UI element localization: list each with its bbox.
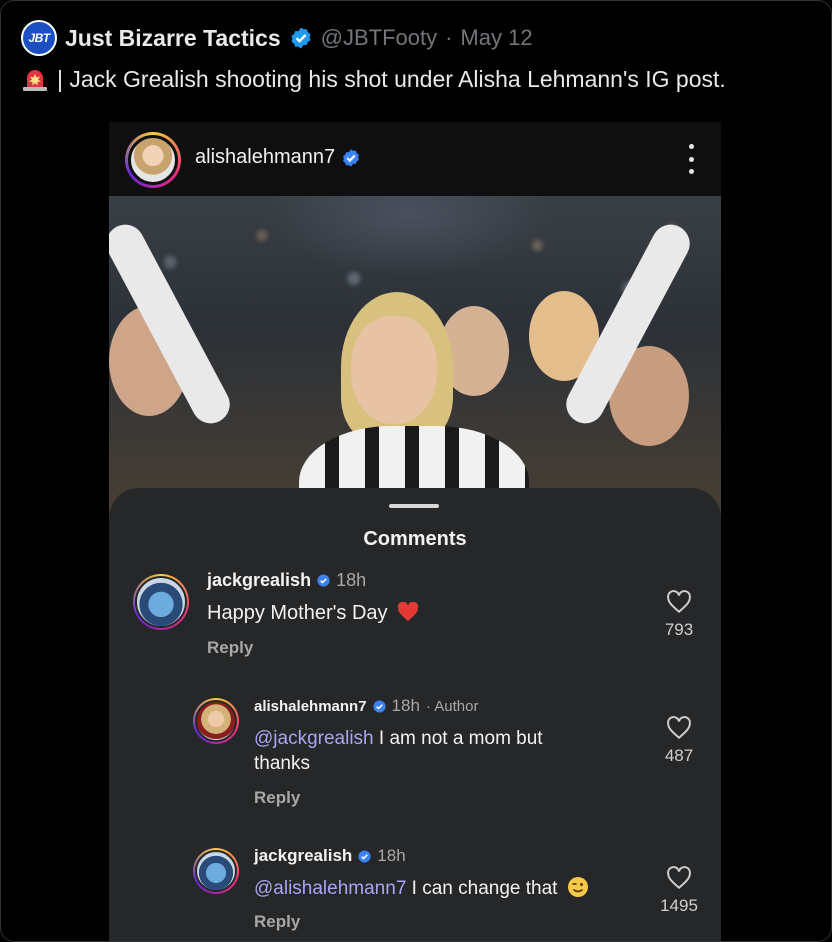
more-options-icon[interactable] (687, 144, 695, 174)
commenter-avatar[interactable] (193, 848, 239, 894)
like-heart-icon[interactable] (666, 716, 692, 740)
comment-username-text: alishalehmann7 (254, 697, 367, 715)
comment-time: 18h (391, 696, 420, 715)
author-handle[interactable]: @JBTFooty (321, 25, 437, 51)
like-heart-icon[interactable] (666, 590, 692, 614)
mention-link[interactable]: @alishalehmann7 (254, 878, 406, 899)
comment-body: I am not a mom but (373, 728, 543, 749)
ig-username-text: alishalehmann7 (195, 146, 336, 168)
reply-button[interactable]: Reply (254, 912, 300, 932)
comment-text: @jackgrealish I am not a mom but thanks (254, 726, 594, 776)
ig-verified-icon (343, 148, 360, 167)
commenter-avatar[interactable] (133, 574, 189, 630)
comment-body: I can change that (406, 878, 558, 899)
verified-badge-icon (291, 27, 311, 49)
wink-face-icon (567, 877, 588, 897)
tweet-text: | Jack Grealish shooting his shot under … (21, 65, 726, 93)
reply-button[interactable]: Reply (207, 638, 253, 658)
like-count: 487 (664, 746, 694, 765)
comment-text: @alishalehmann7 I can change that (254, 876, 589, 900)
mention-link[interactable]: @jackgrealish (254, 728, 374, 749)
comment-text: Happy Mother's Day (207, 601, 419, 625)
comments-title: Comments (363, 528, 467, 550)
comment-like[interactable]: 1495 (654, 866, 704, 916)
ig-poster-avatar[interactable] (125, 132, 181, 188)
author-display-name[interactable]: Just Bizarre Tactics (65, 25, 281, 52)
commenter-avatar[interactable] (193, 698, 239, 744)
comments-sheet: Comments jackgrealish 18h Happy Mother's… (109, 488, 721, 941)
verified-icon (373, 699, 386, 713)
like-count: 793 (664, 620, 694, 639)
comment-like[interactable]: 793 (654, 590, 704, 640)
siren-icon (23, 70, 47, 91)
avatar-logo-text: JBT (28, 31, 50, 45)
comment-body: Happy Mother's Day (207, 602, 388, 624)
sheet-drag-handle[interactable] (389, 504, 439, 508)
ig-post-photo (109, 196, 721, 526)
comment-body-line2: thanks (254, 753, 310, 774)
tweet-body-text: | Jack Grealish shooting his shot under … (57, 65, 726, 92)
comment-like[interactable]: 487 (654, 716, 704, 766)
tweet-date[interactable]: May 12 (460, 25, 532, 51)
red-heart-icon (397, 601, 419, 622)
comment-time: 18h (336, 570, 367, 590)
comment-username-text: jackgrealish (207, 570, 312, 590)
ig-poster-username[interactable]: alishalehmann7 (195, 146, 361, 169)
tweet-card: JBT Just Bizarre Tactics @JBTFooty · May… (0, 0, 832, 942)
instagram-screenshot[interactable]: alishalehmann7 Comments jackgrealish 18h… (109, 122, 721, 941)
comment-time: 18h (377, 846, 406, 865)
comment-username[interactable]: jackgrealish 18h (254, 846, 406, 866)
like-count: 1495 (660, 896, 698, 915)
comment-username-text: jackgrealish (254, 846, 353, 865)
verified-icon (317, 574, 330, 587)
like-heart-icon[interactable] (666, 866, 692, 890)
tweet-header: JBT Just Bizarre Tactics @JBTFooty · May… (21, 20, 533, 56)
author-avatar[interactable]: JBT (21, 20, 57, 56)
separator-dot: · (445, 25, 453, 50)
comment-username[interactable]: alishalehmann7 18h · Author (254, 696, 478, 716)
comment-username[interactable]: jackgrealish 18h (207, 570, 366, 591)
author-tag: · Author (425, 697, 479, 715)
ig-post-header: alishalehmann7 (109, 122, 721, 196)
reply-button[interactable]: Reply (254, 788, 300, 808)
verified-icon (358, 849, 371, 863)
